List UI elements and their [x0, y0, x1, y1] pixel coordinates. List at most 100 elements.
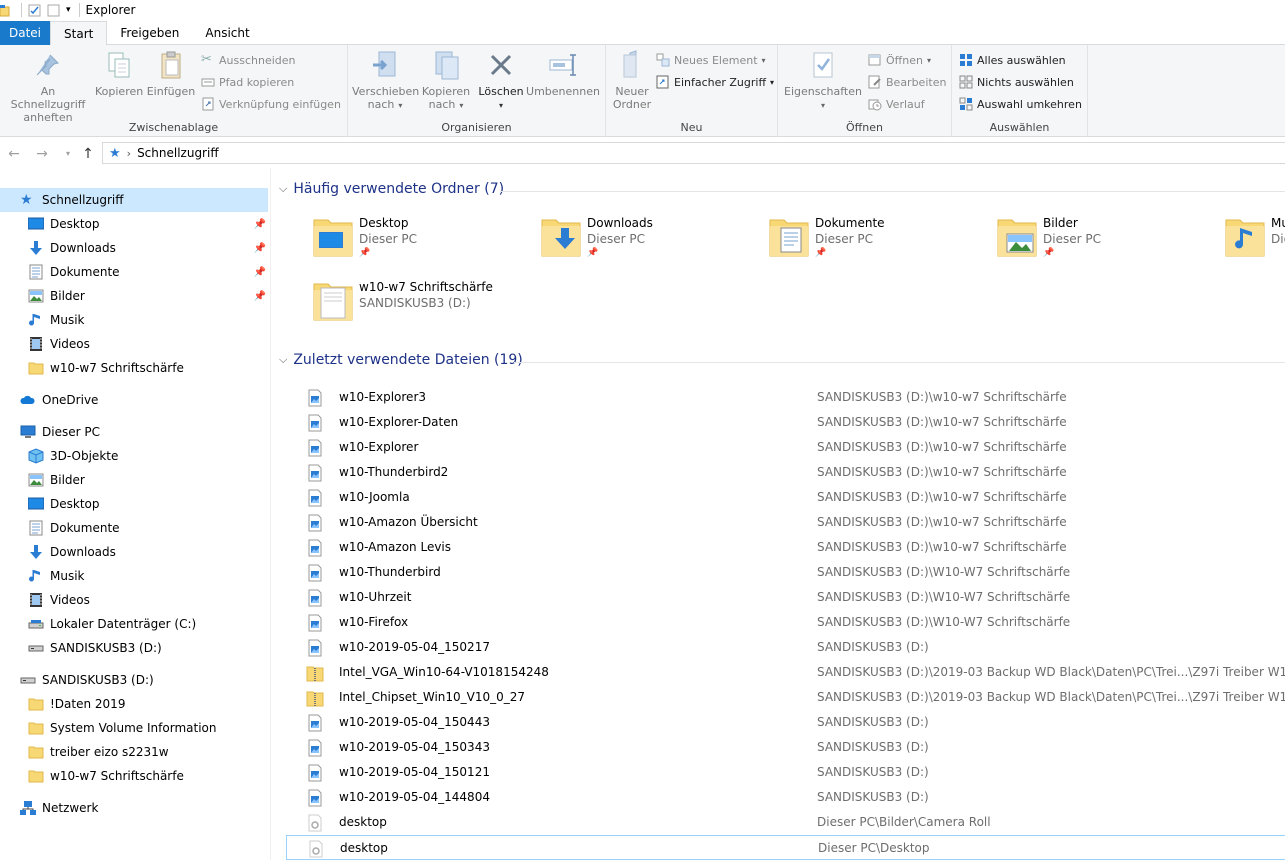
collapse-chevron-icon[interactable]: ⌵	[279, 182, 287, 196]
tab-view[interactable]: Ansicht	[192, 21, 262, 45]
copy-button[interactable]: Kopieren	[95, 49, 143, 98]
table-row[interactable]: w10-2019-05-04_150343 SANDISKUSB3 (D:)	[286, 735, 1285, 760]
breadcrumb[interactable]: Schnellzugriff	[137, 146, 219, 160]
cut-button[interactable]: ✂ Ausschneiden	[201, 50, 296, 70]
forward-arrow-icon[interactable]: →	[34, 144, 50, 164]
easy-access-button[interactable]: Einfacher Zugriff ▾	[656, 72, 774, 92]
sidebar-item-daten-2019[interactable]: !Daten 2019	[28, 692, 270, 716]
table-row[interactable]: w10-2019-05-04_150121 SANDISKUSB3 (D:)	[286, 760, 1285, 785]
frequent-folders-header[interactable]: ⌵ Häufig verwendete Ordner (7)	[279, 181, 504, 197]
sidebar-item-treiber-eizo-s2231w[interactable]: treiber eizo s2231w	[28, 740, 270, 764]
sidebar-item-sandiskusb3-d[interactable]: SANDISKUSB3 (D:)	[28, 636, 270, 660]
table-row[interactable]: w10-Firefox SANDISKUSB3 (D:)\W10-W7 Schri…	[286, 610, 1285, 635]
folder-name: Dokumente	[815, 216, 885, 230]
sidebar-item-downloads[interactable]: Downloads	[28, 540, 270, 564]
file-name: w10-Thunderbird	[339, 565, 441, 579]
folder-icon	[769, 214, 809, 258]
select-none-button[interactable]: Nichts auswählen	[959, 72, 1074, 92]
table-row[interactable]: Intel_VGA_Win10-64-V1018154248 SANDISKUSB…	[286, 660, 1285, 685]
move-to-button[interactable]: Verschieben nach ▾	[352, 49, 419, 112]
folder-tile[interactable]: Downloads Dieser PC 📌	[541, 214, 769, 274]
recent-locations-chevron-icon[interactable]: ▾	[60, 144, 76, 164]
properties-button[interactable]: Eigenschaften ▾	[784, 49, 862, 112]
copy-to-button[interactable]: Kopieren nach ▾	[418, 49, 474, 112]
sidebar-item-videos[interactable]: Videos	[28, 588, 270, 612]
sidebar-item-downloads[interactable]: Downloads 📌	[28, 236, 270, 260]
folder-tile[interactable]: w10-w7 Schriftschärfe SANDISKUSB3 (D:)	[313, 278, 541, 338]
sidebar-item-quick-access[interactable]: ★ Schnellzugriff	[0, 188, 268, 212]
sidebar-item-videos[interactable]: Videos	[28, 332, 270, 356]
properties-qa-icon[interactable]	[28, 4, 41, 17]
table-row[interactable]: w10-Explorer SANDISKUSB3 (D:)\w10-w7 Schr…	[286, 435, 1285, 460]
pane-divider[interactable]	[270, 168, 271, 860]
table-row[interactable]: w10-2019-05-04_150217 SANDISKUSB3 (D:)	[286, 635, 1285, 660]
table-row[interactable]: w10-Explorer-Daten SANDISKUSB3 (D:)\w10-w…	[286, 410, 1285, 435]
sidebar-item-desktop[interactable]: Desktop 📌	[27, 212, 270, 236]
qa-dropdown-icon[interactable]: ▾	[66, 5, 71, 15]
back-arrow-icon[interactable]: ←	[6, 144, 22, 164]
folder-tile[interactable]: Dokumente Dieser PC 📌	[769, 214, 997, 274]
sidebar-item-musik[interactable]: Musik	[28, 308, 270, 332]
paste-shortcut-button[interactable]: Verknüpfung einfügen	[201, 94, 341, 114]
sidebar-item-onedrive[interactable]: OneDrive	[20, 388, 98, 412]
tab-start[interactable]: Start	[50, 21, 108, 46]
edit-button[interactable]: Bearbeiten	[868, 72, 946, 92]
new-folder-button[interactable]: Neuer Ordner	[610, 49, 654, 111]
sidebar-item-musik[interactable]: Musik	[28, 564, 270, 588]
cloud-icon	[20, 395, 35, 404]
table-row[interactable]: desktop Dieser PC\Bilder\Camera Roll	[286, 810, 1285, 835]
table-row[interactable]: desktop Dieser PC\Desktop	[286, 835, 1285, 860]
sidebar-item-bilder[interactable]: Bilder 📌	[28, 284, 270, 308]
paste-shortcut-label: Verknüpfung einfügen	[219, 97, 341, 111]
paste-button[interactable]: Einfügen	[146, 49, 196, 98]
sidebar-item-dokumente[interactable]: Dokumente 📌	[28, 260, 270, 284]
table-row[interactable]: w10-Joomla SANDISKUSB3 (D:)\w10-w7 Schrif…	[286, 485, 1285, 510]
tab-file[interactable]: Datei	[0, 21, 51, 45]
table-row[interactable]: w10-Explorer3 SANDISKUSB3 (D:)\w10-w7 Sch…	[286, 385, 1285, 410]
sidebar-item-3d-objekte[interactable]: 3D-Objekte	[28, 444, 270, 468]
sidebar-item-lokaler-datentr-ger-c[interactable]: Lokaler Datenträger (C:)	[28, 612, 270, 636]
table-row[interactable]: w10-Uhrzeit SANDISKUSB3 (D:)\W10-W7 Schri…	[286, 585, 1285, 610]
table-row[interactable]: w10-Amazon Übersicht SANDISKUSB3 (D:)\w10…	[286, 510, 1285, 535]
up-arrow-icon[interactable]: ↑	[80, 144, 96, 164]
folder-tile[interactable]: Bilder Dieser PC 📌	[997, 214, 1225, 274]
sidebar-item-network[interactable]: Netzwerk	[20, 796, 98, 820]
table-row[interactable]: w10-2019-05-04_150443 SANDISKUSB3 (D:)	[286, 710, 1285, 735]
invert-selection-icon	[959, 97, 973, 111]
folder-tile[interactable]: Mu Die	[1225, 214, 1285, 274]
sidebar-item-usb-drive[interactable]: SANDISKUSB3 (D:)	[20, 668, 154, 692]
tab-share[interactable]: Freigeben	[107, 21, 192, 45]
sidebar-item-system-volume-information[interactable]: System Volume Information	[28, 716, 270, 740]
table-row[interactable]: w10-Amazon Levis SANDISKUSB3 (D:)\w10-w7 …	[286, 535, 1285, 560]
rename-button[interactable]: Umbenennen	[526, 49, 600, 98]
new-item-button[interactable]: Neues Element ▾	[656, 50, 766, 70]
history-button[interactable]: Verlauf	[868, 94, 925, 114]
sidebar-item-w10-w7-schriftsch-rfe[interactable]: w10-w7 Schriftschärfe	[28, 764, 270, 788]
invert-selection-button[interactable]: Auswahl umkehren	[959, 94, 1082, 114]
select-all-button[interactable]: Alles auswählen	[959, 50, 1066, 70]
sidebar-item-bilder[interactable]: Bilder	[28, 468, 270, 492]
sidebar-item-label: w10-w7 Schriftschärfe	[50, 769, 184, 783]
sidebar-item-desktop[interactable]: Desktop	[27, 492, 270, 516]
folder-tile[interactable]: Desktop Dieser PC 📌	[313, 214, 541, 274]
new-folder-qa-icon[interactable]	[47, 4, 60, 17]
delete-button[interactable]: Löschen ▾	[478, 49, 524, 112]
recent-files-header[interactable]: ⌵ Zuletzt verwendete Dateien (19)	[279, 352, 523, 368]
table-row[interactable]: w10-2019-05-04_144804 SANDISKUSB3 (D:)	[286, 785, 1285, 810]
pin-quick-access-button[interactable]: An Schnellzugriff anheften	[2, 49, 94, 124]
delete-dropdown-icon[interactable]: ▾	[499, 101, 503, 110]
table-row[interactable]: Intel_Chipset_Win10_V10_0_27 SANDISKUSB3 …	[286, 685, 1285, 710]
collapse-chevron-icon[interactable]: ⌵	[279, 353, 287, 367]
address-bar[interactable]: ★ › Schnellzugriff	[102, 142, 1285, 164]
open-button[interactable]: Öffnen ▾	[868, 50, 931, 70]
table-row[interactable]: w10-Thunderbird SANDISKUSB3 (D:)\W10-W7 S…	[286, 560, 1285, 585]
sidebar-item-w10-w7-schriftsch-rfe[interactable]: w10-w7 Schriftschärfe	[28, 356, 270, 380]
copy-path-button[interactable]: Pfad kopieren	[201, 72, 294, 92]
sidebar-item-this-pc[interactable]: Dieser PC	[20, 420, 100, 444]
breadcrumb-chevron-icon[interactable]: ›	[127, 147, 131, 160]
file-name: w10-Explorer	[339, 440, 419, 454]
table-row[interactable]: w10-Thunderbird2 SANDISKUSB3 (D:)\w10-w7 …	[286, 460, 1285, 485]
sidebar-item-label: Desktop	[50, 217, 100, 231]
sidebar-item-dokumente[interactable]: Dokumente	[28, 516, 270, 540]
file-name: desktop	[339, 815, 387, 829]
